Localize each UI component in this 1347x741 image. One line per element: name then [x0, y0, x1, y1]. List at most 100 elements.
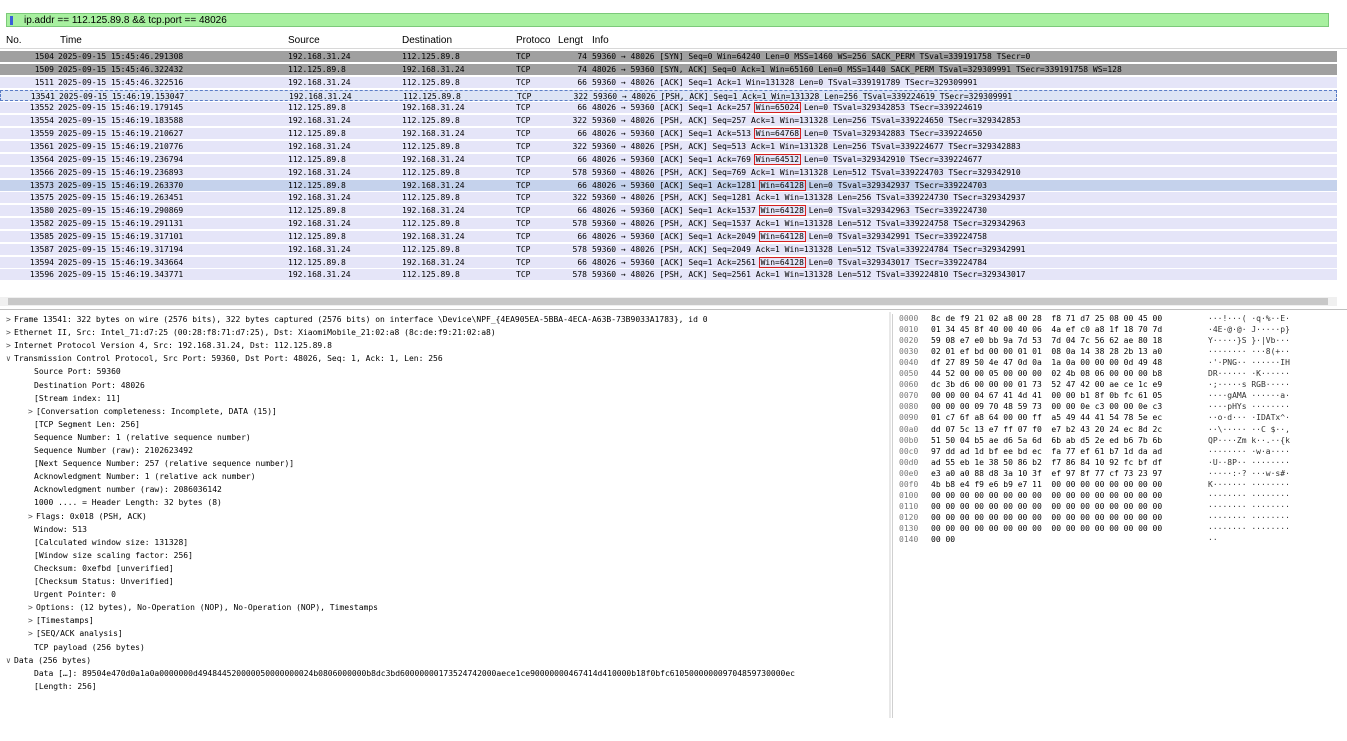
col-destination[interactable]: Destination [402, 35, 452, 46]
display-filter-input[interactable] [24, 14, 624, 26]
detail-row[interactable]: > Frame 13541: 322 bytes on wire (2576 bi… [6, 314, 708, 326]
hex-bytes: df 27 89 50 4e 47 0d 0a 1a 0a 00 00 00 0… [931, 358, 1163, 368]
packet-row[interactable]: 13541 2025-09-15 15:46:19.153047 192.168.3… [0, 89, 1337, 101]
detail-row[interactable]: Destination Port: 48026 [28, 380, 145, 392]
hex-row[interactable]: 0140 00 00 ·· [893, 535, 1333, 545]
packet-row[interactable]: 13561 2025-09-15 15:46:19.210776 192.168.3… [0, 140, 1337, 152]
collapse-arrow-icon[interactable]: ∨ [6, 353, 14, 365]
detail-row[interactable]: Urgent Pointer: 0 [28, 589, 116, 601]
hex-row[interactable]: 0070 00 00 00 04 67 41 4d 41 00 00 b1 8f … [893, 391, 1333, 401]
col-source[interactable]: Source [288, 35, 320, 46]
detail-row[interactable]: [TCP Segment Len: 256] [28, 419, 140, 431]
expand-arrow-icon[interactable]: > [6, 340, 14, 352]
packet-row[interactable]: 13564 2025-09-15 15:46:19.236794 112.125.8… [0, 153, 1337, 165]
expand-arrow-icon[interactable]: > [28, 511, 36, 523]
hex-row[interactable]: 0090 01 c7 6f a8 64 00 00 ff a5 49 44 41 … [893, 413, 1333, 423]
detail-row[interactable]: > [Conversation completeness: Incomplete,… [28, 406, 277, 418]
detail-row[interactable]: > Options: (12 bytes), No-Operation (NOP)… [28, 602, 378, 614]
hex-row[interactable]: 0020 59 08 e7 e0 bb 9a 7d 53 7d 04 7c 56 … [893, 336, 1333, 346]
hex-row[interactable]: 0050 44 52 00 00 05 00 00 00 02 4b 08 06 … [893, 369, 1333, 379]
hex-row[interactable]: 0120 00 00 00 00 00 00 00 00 00 00 00 00 … [893, 513, 1333, 523]
expand-arrow-icon[interactable]: > [6, 327, 14, 339]
packet-row[interactable]: 13580 2025-09-15 15:46:19.290869 112.125.8… [0, 205, 1337, 217]
detail-row[interactable]: Sequence Number (raw): 2102623492 [28, 445, 193, 457]
detail-row[interactable]: ∨ Transmission Control Protocol, Src Port… [6, 353, 443, 365]
hex-row[interactable]: 0040 df 27 89 50 4e 47 0d 0a 1a 0a 00 00 … [893, 358, 1333, 368]
bookmark-icon[interactable] [10, 15, 20, 25]
packet-row[interactable]: 1504 2025-09-15 15:45:46.291308 192.168.31… [0, 51, 1337, 62]
detail-row[interactable]: > [SEQ/ACK analysis] [28, 628, 123, 640]
col-no[interactable]: No. [6, 35, 22, 46]
detail-row[interactable]: > [Timestamps] [28, 615, 94, 627]
detail-row[interactable]: Data […]: 89504e470d0a1a0a0000000d494844… [28, 668, 795, 680]
collapse-arrow-icon[interactable]: ∨ [6, 655, 14, 667]
hex-row[interactable]: 0110 00 00 00 00 00 00 00 00 00 00 00 00 … [893, 502, 1333, 512]
hex-row[interactable]: 00d0 ad 55 eb 1e 38 50 86 b2 f7 86 84 10 … [893, 458, 1333, 468]
packet-row[interactable]: 1511 2025-09-15 15:45:46.322516 192.168.31… [0, 76, 1337, 88]
detail-text: [Window size scaling factor: 256] [34, 550, 193, 560]
packet-row[interactable]: 13559 2025-09-15 15:46:19.210627 112.125.8… [0, 128, 1337, 140]
packet-no: 13573 [29, 180, 54, 190]
packet-list[interactable]: No. Time Source Destination Protoco Leng… [0, 32, 1347, 297]
packet-row[interactable]: 13575 2025-09-15 15:46:19.263451 192.168.3… [0, 192, 1337, 204]
hex-row[interactable]: 00a0 dd 07 5c 13 e7 ff 07 f0 e7 b2 43 20 … [893, 425, 1333, 435]
detail-row[interactable]: Window: 513 [28, 524, 87, 536]
hex-row[interactable]: 00f0 4b b8 e4 f9 e6 b9 e7 11 00 00 00 00 … [893, 480, 1333, 490]
detail-row[interactable]: [Next Sequence Number: 257 (relative seq… [28, 458, 294, 470]
hex-row[interactable]: 00b0 51 50 04 b5 ae d6 5a 6d 6b ab d5 2e … [893, 436, 1333, 446]
detail-row[interactable]: ∨ Data (256 bytes) [6, 655, 91, 667]
packet-row[interactable]: 1509 2025-09-15 15:45:46.322432 112.125.89… [0, 63, 1337, 75]
pane-divider[interactable] [889, 312, 891, 718]
col-protocol[interactable]: Protoco [516, 35, 550, 46]
expand-arrow-icon[interactable]: > [28, 406, 36, 418]
expand-arrow-icon[interactable]: > [28, 628, 36, 640]
col-time[interactable]: Time [60, 35, 82, 46]
packet-row[interactable]: 13594 2025-09-15 15:46:19.343664 112.125.8… [0, 256, 1337, 268]
pane-splitter[interactable] [0, 309, 1347, 310]
detail-row[interactable]: > Flags: 0x018 (PSH, ACK) [28, 511, 147, 523]
hex-row[interactable]: 00e0 e3 a0 a0 88 d8 3a 10 3f ef 97 8f 77 … [893, 469, 1333, 479]
detail-row[interactable]: Acknowledgment Number: 1 (relative ack n… [28, 471, 256, 483]
hex-row[interactable]: 0000 8c de f9 21 02 a8 00 28 f8 71 d7 25 … [893, 314, 1333, 324]
packet-row[interactable]: 13566 2025-09-15 15:46:19.236893 192.168.3… [0, 166, 1337, 178]
display-filter-bar[interactable] [6, 13, 1329, 27]
expand-arrow-icon[interactable]: > [28, 615, 36, 627]
hex-row[interactable]: 0080 00 00 00 09 70 48 59 73 00 00 0e c3 … [893, 402, 1333, 412]
detail-text: [Calculated window size: 131328] [34, 537, 189, 547]
hex-row[interactable]: 0130 00 00 00 00 00 00 00 00 00 00 00 00 … [893, 524, 1333, 534]
expand-arrow-icon[interactable]: > [28, 602, 36, 614]
detail-row[interactable]: [Checksum Status: Unverified] [28, 576, 174, 588]
hex-row[interactable]: 0100 00 00 00 00 00 00 00 00 00 00 00 00 … [893, 491, 1333, 501]
detail-row[interactable]: [Length: 256] [28, 681, 97, 693]
detail-row[interactable]: Sequence Number: 1 (relative sequence nu… [28, 432, 251, 444]
hex-row[interactable]: 0030 02 01 ef bd 00 00 01 01 08 0a 14 38 … [893, 347, 1333, 357]
packet-list-hscrollbar[interactable] [0, 297, 1337, 306]
scroll-thumb[interactable] [8, 298, 1328, 305]
packet-bytes-pane[interactable]: 0000 8c de f9 21 02 a8 00 28 f8 71 d7 25 … [892, 314, 1338, 718]
packet-row[interactable]: 13554 2025-09-15 15:46:19.183588 192.168.3… [0, 115, 1337, 127]
hex-row[interactable]: 00c0 97 dd ad 1d bf ee bd ec fa 77 ef 61 … [893, 447, 1333, 457]
hex-row[interactable]: 0060 dc 3b d6 00 00 00 01 73 52 47 42 00 … [893, 380, 1333, 390]
packet-row[interactable]: 13573 2025-09-15 15:46:19.263370 112.125.8… [0, 179, 1337, 191]
expand-arrow-icon[interactable]: > [6, 314, 14, 326]
hex-row[interactable]: 0010 01 34 45 8f 40 00 40 06 4a ef c0 a8 … [893, 325, 1333, 335]
packet-details-pane[interactable]: > Frame 13541: 322 bytes on wire (2576 bi… [0, 314, 888, 714]
detail-row[interactable]: [Stream index: 11] [28, 393, 121, 405]
detail-row[interactable]: 1000 .... = Header Length: 32 bytes (8) [28, 497, 222, 509]
col-info[interactable]: Info [592, 35, 609, 46]
detail-row[interactable]: Acknowledgment number (raw): 2086036142 [28, 484, 222, 496]
packet-row[interactable]: 13552 2025-09-15 15:46:19.179145 112.125.8… [0, 102, 1337, 114]
packet-time: 2025-09-15 15:46:19.343664 [58, 257, 184, 267]
col-length[interactable]: Lengt [558, 35, 583, 46]
packet-row[interactable]: 13585 2025-09-15 15:46:19.317101 112.125.8… [0, 230, 1337, 242]
packet-row[interactable]: 13596 2025-09-15 15:46:19.343771 192.168.3… [0, 269, 1337, 281]
detail-row[interactable]: > Ethernet II, Src: Intel_71:d7:25 (00:28… [6, 327, 496, 339]
detail-row[interactable]: [Calculated window size: 131328] [28, 537, 188, 549]
packet-row[interactable]: 13587 2025-09-15 15:46:19.317194 192.168.3… [0, 243, 1337, 255]
detail-row[interactable]: TCP payload (256 bytes) [28, 642, 145, 654]
detail-row[interactable]: > Internet Protocol Version 4, Src: 192.1… [6, 340, 332, 352]
detail-row[interactable]: Source Port: 59360 [28, 366, 121, 378]
packet-row[interactable]: 13582 2025-09-15 15:46:19.291131 192.168.3… [0, 218, 1337, 230]
detail-row[interactable]: Checksum: 0xefbd [unverified] [28, 563, 174, 575]
detail-row[interactable]: [Window size scaling factor: 256] [28, 550, 193, 562]
